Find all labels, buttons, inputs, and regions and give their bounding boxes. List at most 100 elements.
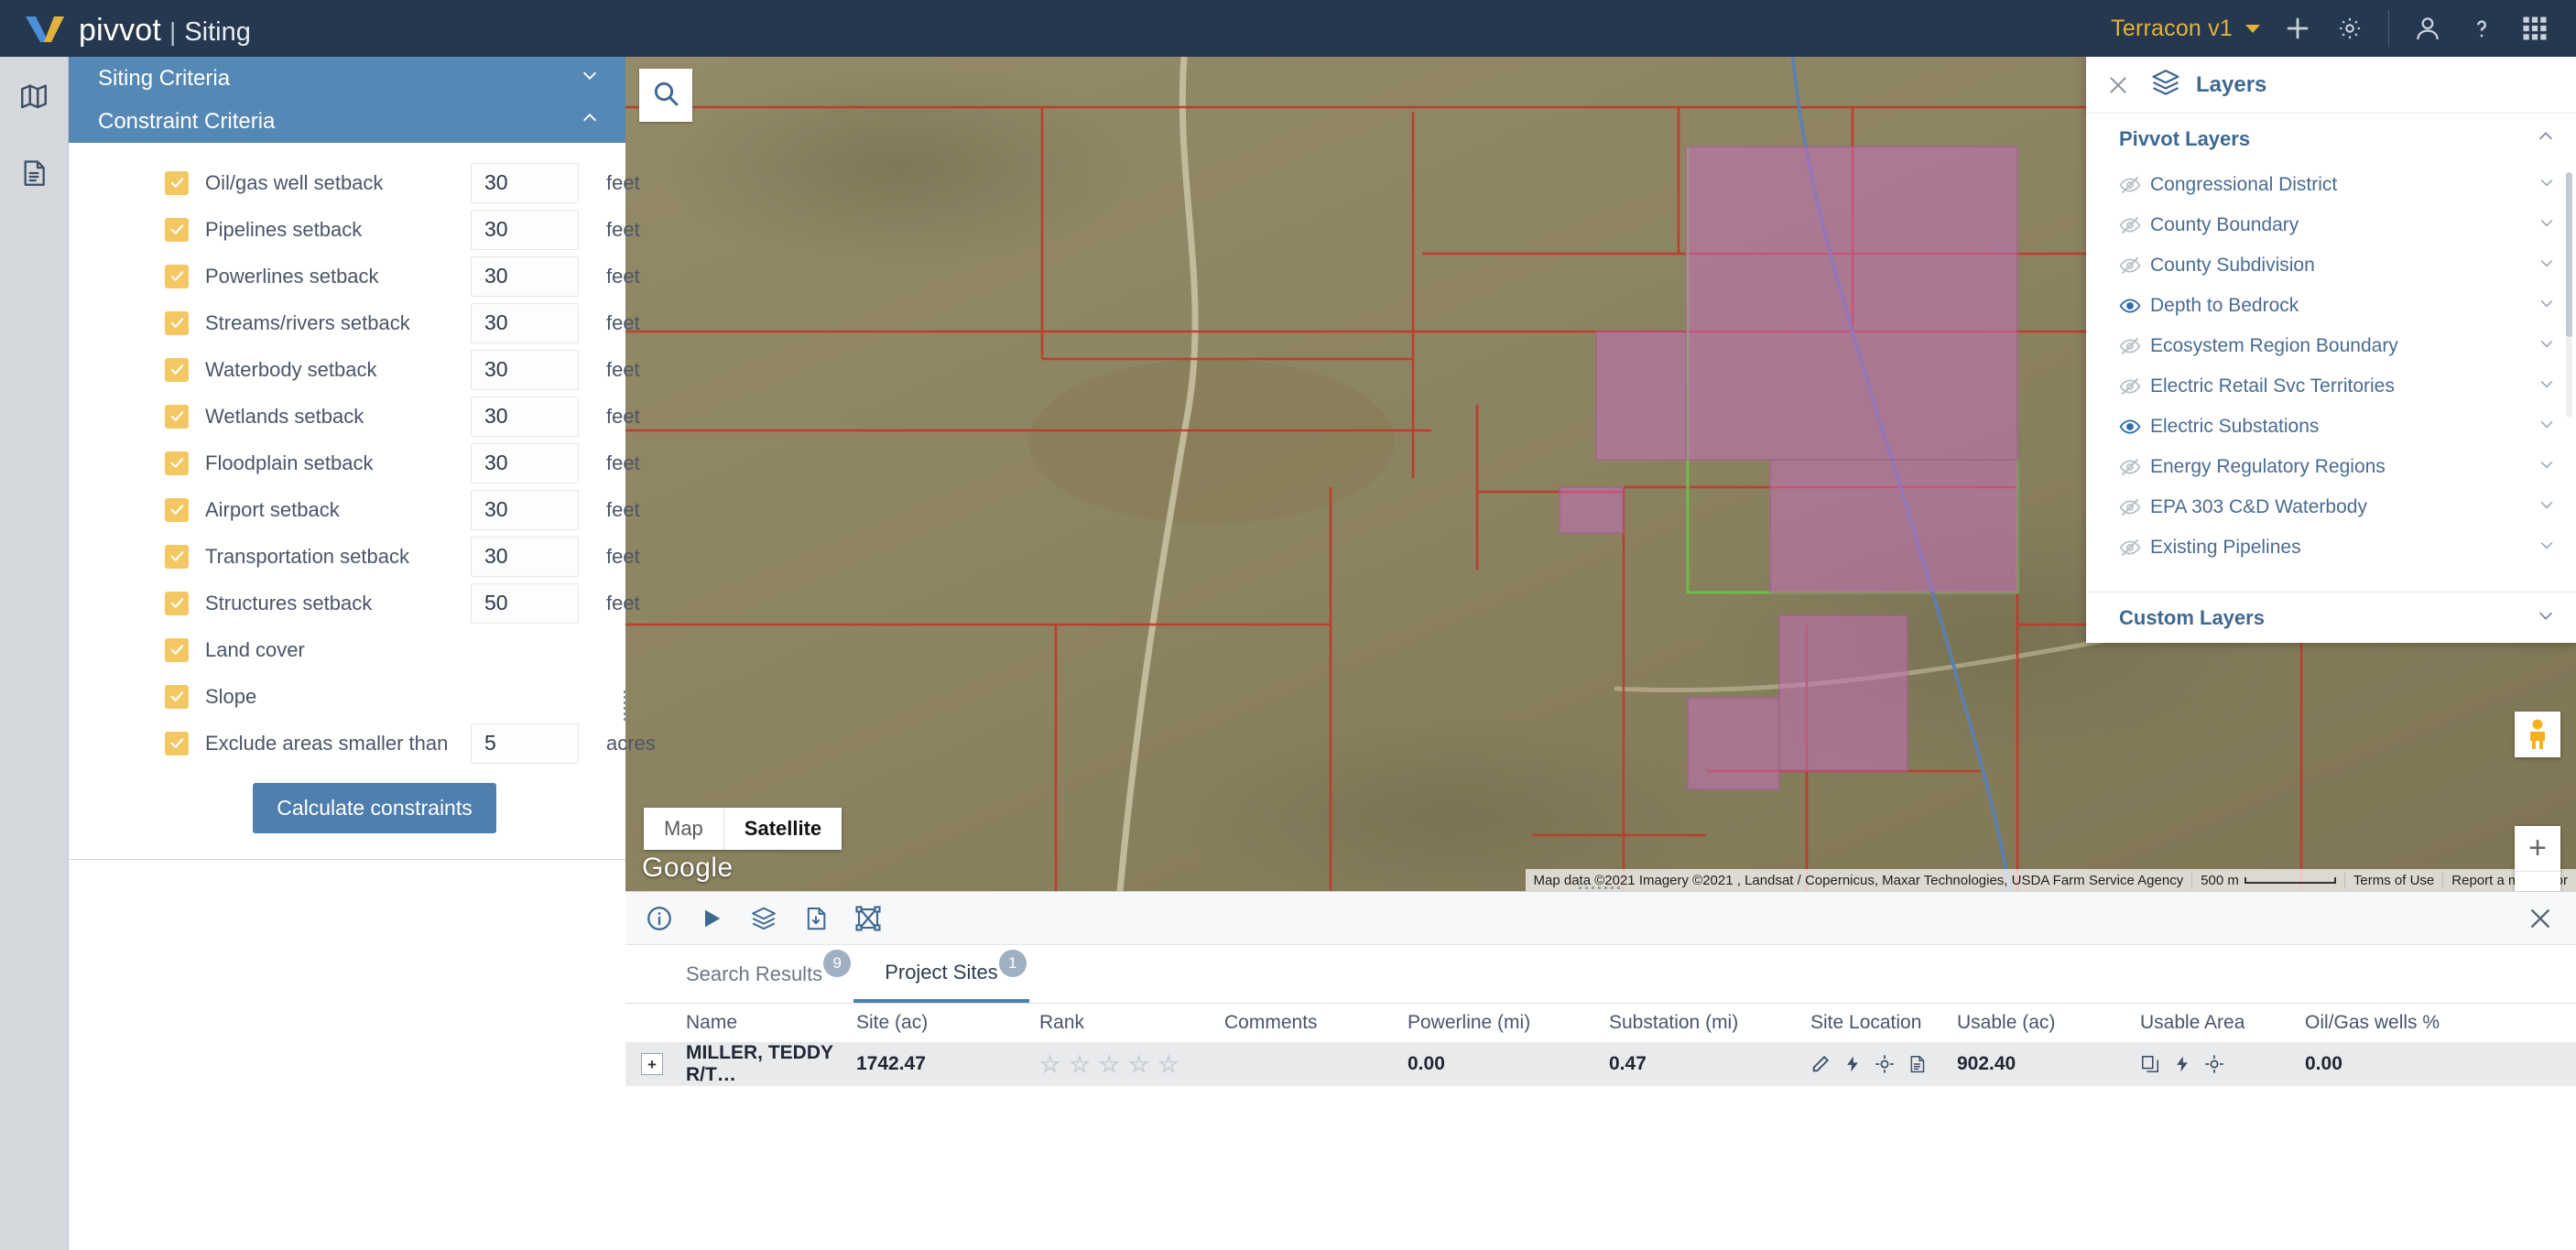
criteria-value-input[interactable] (471, 536, 579, 577)
layers-icon[interactable] (750, 905, 777, 932)
chevron-down-icon[interactable] (2538, 415, 2556, 439)
copy-icon[interactable] (2140, 1054, 2160, 1074)
map-type-map[interactable]: Map (644, 808, 723, 850)
layer-list-item[interactable]: Depth to Bedrock (2086, 286, 2576, 326)
eye-hidden-icon[interactable] (2119, 537, 2150, 559)
star-icon[interactable]: ☆ (1099, 1050, 1120, 1079)
constraint-criteria-section-toggle[interactable]: Constraint Criteria (69, 100, 625, 143)
zoom-in-button[interactable]: + (2515, 826, 2560, 872)
column-header-substation[interactable]: Substation (mi) (1602, 1012, 1803, 1034)
layer-list-item[interactable]: County Boundary (2086, 205, 2576, 245)
criteria-value-input[interactable] (471, 723, 579, 764)
cell-rank[interactable]: ☆ ☆ ☆ ☆ ☆ (1032, 1050, 1217, 1079)
layer-list-item[interactable]: Congressional District (2086, 165, 2576, 205)
column-header-powerline[interactable]: Powerline (mi) (1400, 1012, 1602, 1034)
map-type-satellite[interactable]: Satellite (723, 808, 842, 850)
criteria-checkbox[interactable] (165, 684, 189, 709)
eye-hidden-icon[interactable] (2119, 214, 2150, 236)
play-icon[interactable] (699, 906, 724, 931)
chevron-down-icon[interactable] (2538, 173, 2556, 197)
eye-visible-icon[interactable] (2119, 295, 2150, 317)
close-icon[interactable] (2106, 73, 2130, 97)
table-row[interactable]: + MILLER, TEDDY R/T… 1742.47 ☆ ☆ ☆ ☆ ☆ 0… (625, 1042, 2576, 1086)
column-header-site-location[interactable]: Site Location (1803, 1012, 1950, 1034)
tab-project-sites[interactable]: Project Sites 1 (853, 946, 1029, 1003)
pencil-icon[interactable] (1810, 1054, 1831, 1074)
criteria-value-input[interactable] (471, 396, 579, 437)
chevron-down-icon[interactable] (2245, 24, 2260, 33)
layer-list-item[interactable]: Electric Substations (2086, 407, 2576, 447)
target-icon[interactable] (2204, 1054, 2224, 1074)
eye-hidden-icon[interactable] (2119, 496, 2150, 518)
map-search-button[interactable] (639, 69, 692, 122)
target-icon[interactable] (1875, 1054, 1895, 1074)
tenant-label[interactable]: Terracon v1 (2111, 16, 2233, 42)
column-header-usable-area[interactable]: Usable Area (2133, 1012, 2298, 1034)
layer-list-item[interactable]: Ecosystem Region Boundary (2086, 326, 2576, 366)
star-icon[interactable]: ☆ (1039, 1050, 1060, 1079)
chevron-down-icon[interactable] (2538, 536, 2556, 560)
column-header-site-ac[interactable]: Site (ac) (849, 1012, 1032, 1034)
criteria-checkbox[interactable] (165, 170, 189, 195)
criteria-checkbox[interactable] (165, 310, 189, 335)
chevron-down-icon[interactable] (2538, 375, 2556, 398)
star-icon[interactable]: ☆ (1128, 1050, 1149, 1079)
document-icon[interactable] (19, 158, 49, 192)
criteria-checkbox[interactable] (165, 544, 189, 569)
criteria-checkbox[interactable] (165, 731, 189, 755)
criteria-value-input[interactable] (471, 255, 579, 297)
panel-resize-handle[interactable] (620, 679, 631, 731)
zoom-out-button[interactable]: − (2515, 872, 2560, 892)
eye-hidden-icon[interactable] (2119, 335, 2150, 357)
criteria-value-input[interactable] (471, 162, 579, 203)
apps-grid-icon[interactable] (2521, 15, 2549, 42)
map-type-switcher[interactable]: Map Satellite (644, 808, 842, 850)
eye-hidden-icon[interactable] (2119, 456, 2150, 478)
chevron-down-icon[interactable] (2538, 495, 2556, 519)
siting-criteria-section-toggle[interactable]: Siting Criteria (69, 57, 625, 100)
layer-list-item[interactable]: County Subdivision (2086, 245, 2576, 286)
star-icon[interactable]: ☆ (1069, 1050, 1090, 1079)
layer-group-pivvot-layers[interactable]: Pivvot Layers (2086, 114, 2576, 165)
criteria-value-input[interactable] (471, 349, 579, 390)
map-zoom-controls[interactable]: + − (2515, 826, 2560, 891)
criteria-value-input[interactable] (471, 489, 579, 530)
criteria-value-input[interactable] (471, 582, 579, 624)
criteria-value-input[interactable] (471, 302, 579, 343)
gear-icon[interactable] (2337, 16, 2363, 41)
info-icon[interactable] (646, 905, 673, 932)
eye-hidden-icon[interactable] (2119, 255, 2150, 277)
close-icon[interactable] (2527, 905, 2554, 932)
criteria-checkbox[interactable] (165, 357, 189, 382)
column-header-oilgas-pct[interactable]: Oil/Gas wells % (2298, 1012, 2481, 1034)
street-view-pegman[interactable] (2515, 712, 2560, 757)
star-icon[interactable]: ☆ (1158, 1050, 1179, 1079)
criteria-value-input[interactable] (471, 442, 579, 484)
criteria-checkbox[interactable] (165, 264, 189, 288)
chevron-down-icon[interactable] (2538, 455, 2556, 479)
eye-hidden-icon[interactable] (2119, 375, 2150, 397)
help-icon[interactable] (2468, 15, 2495, 42)
chevron-down-icon[interactable] (2538, 294, 2556, 318)
tab-search-results[interactable]: Search Results 9 (655, 946, 853, 1003)
map-icon[interactable] (18, 81, 49, 116)
criteria-checkbox[interactable] (165, 404, 189, 429)
chevron-down-icon[interactable] (2538, 254, 2556, 277)
bolt-icon[interactable] (2173, 1054, 2191, 1074)
column-header-comments[interactable]: Comments (1217, 1012, 1400, 1034)
eye-hidden-icon[interactable] (2119, 174, 2150, 196)
dock-resize-handle[interactable] (1573, 884, 1625, 892)
column-header-usable-ac[interactable]: Usable (ac) (1950, 1012, 2133, 1034)
criteria-checkbox[interactable] (165, 591, 189, 615)
eye-visible-icon[interactable] (2119, 416, 2150, 438)
chevron-down-icon[interactable] (2538, 213, 2556, 237)
layer-group-custom-layers[interactable]: Custom Layers (2086, 592, 2576, 643)
layer-list[interactable]: Congressional District County Boundary Cou… (2086, 165, 2576, 592)
criteria-value-input[interactable] (471, 209, 579, 250)
layer-list-scrollbar-thumb[interactable] (2566, 172, 2572, 337)
criteria-checkbox[interactable] (165, 217, 189, 242)
layer-list-item[interactable]: Energy Regulatory Regions (2086, 447, 2576, 487)
bolt-icon[interactable] (1843, 1054, 1862, 1074)
criteria-checkbox[interactable] (165, 637, 189, 662)
layer-list-item[interactable]: Existing Pipelines (2086, 527, 2576, 568)
